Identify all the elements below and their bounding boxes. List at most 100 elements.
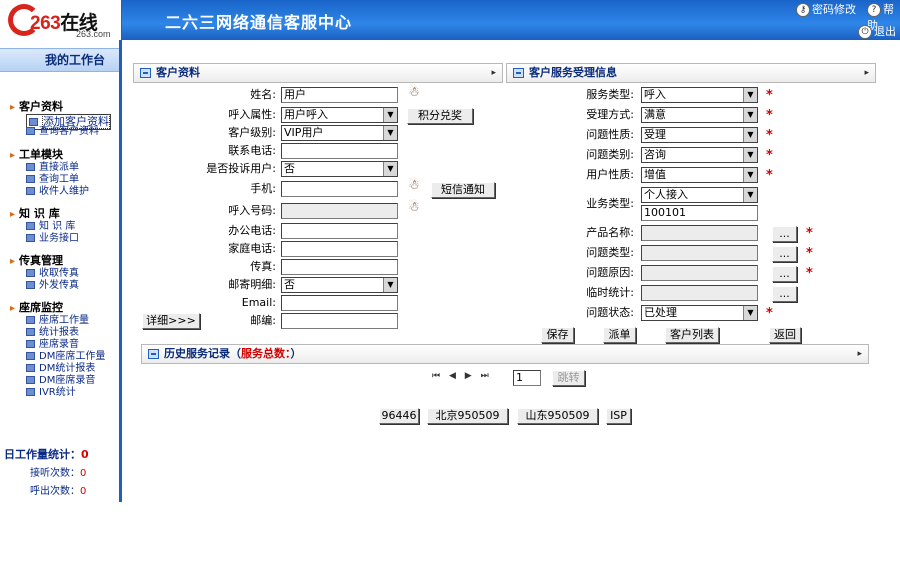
sidebar: 我的工作台 客户资料 添加客户资料 查询客户资料 工单模块 直接派单 查询工单 … (0, 40, 122, 502)
points-redeem-button[interactable]: 积分兑奖 (407, 108, 473, 124)
sidebar-item-direct-dispatch[interactable]: 直接派单 (26, 162, 79, 174)
sidebar-item-dm-workload[interactable]: DM座席工作量 (26, 351, 105, 363)
collapse-arrow-icon[interactable]: ▸ (491, 64, 496, 82)
detail-button[interactable]: 详细>>> (142, 313, 200, 329)
sidebar-item-agent-recording[interactable]: 座席录音 (26, 339, 79, 351)
problem-reason-more-button[interactable]: ... (772, 266, 797, 282)
problem-type-more-button[interactable]: ... (772, 246, 797, 262)
jump-button[interactable]: 跳转 (552, 370, 585, 386)
problem-status-select[interactable]: 已处理 ▼ (641, 305, 758, 321)
sidebar-item-stat-report[interactable]: 统计报表 (26, 327, 79, 339)
page-number-input[interactable]: 1 (513, 370, 541, 386)
prev-page-icon[interactable]: ◀ (449, 371, 459, 381)
problem-category-label: 问题类别: (586, 148, 634, 161)
sidebar-item-recipient[interactable]: 收件人维护 (26, 186, 89, 198)
sidebar-item-knowledge-base[interactable]: 知 识 库 (26, 221, 75, 233)
problem-status-label: 问题状态: (586, 306, 634, 319)
office-phone-field[interactable] (281, 223, 398, 239)
product-name-label: 产品名称: (586, 226, 634, 239)
accept-way-select[interactable]: 满意 ▼ (641, 107, 758, 123)
sidebar-item-query-customer[interactable]: 查询客户资料 (26, 126, 99, 138)
level-label: 客户级别: (228, 126, 276, 139)
mail-detail-label: 邮寄明细: (228, 278, 276, 291)
sidebar-group-workorder[interactable]: 工单模块 (10, 146, 63, 162)
user-nature-select[interactable]: 增值 ▼ (641, 167, 758, 183)
email-label: Email: (241, 296, 276, 309)
person-icon[interactable]: ☃ (408, 85, 420, 100)
chevron-down-icon: ▼ (383, 278, 397, 292)
sidebar-item-ivr-stat[interactable]: IVR统计 (26, 387, 76, 399)
chevron-down-icon: ▼ (743, 148, 757, 162)
save-button[interactable]: 保存 (541, 327, 574, 343)
collapse-arrow-icon[interactable]: ▸ (864, 64, 869, 82)
complaint-select[interactable]: 否 ▼ (281, 161, 398, 177)
product-more-button[interactable]: ... (772, 226, 797, 242)
problem-type-field[interactable] (641, 245, 758, 261)
level-select[interactable]: VIP用户 ▼ (281, 125, 398, 141)
sidebar-group-customer[interactable]: 客户资料 (10, 98, 63, 114)
required-star: * (806, 246, 813, 261)
sidebar-group-fax[interactable]: 传真管理 (10, 252, 63, 268)
page-title: 二六三网络通信客服中心 (165, 13, 353, 32)
service-type-label: 服务类型: (586, 88, 634, 101)
mobile-label: 手机: (250, 182, 276, 195)
problem-reason-field[interactable] (641, 265, 758, 281)
problem-category-select[interactable]: 咨询 ▼ (641, 147, 758, 163)
chevron-down-icon: ▼ (743, 188, 757, 202)
fax-label: 传真: (250, 260, 276, 273)
person-icon[interactable]: ☃ (408, 178, 420, 193)
email-field[interactable] (281, 295, 398, 311)
last-page-icon[interactable]: ⏭ (481, 371, 492, 381)
sidebar-group-monitor[interactable]: 座席监控 (10, 299, 63, 315)
quick-96446-button[interactable]: 96446 (379, 408, 419, 424)
exit-link[interactable]: ⏻ 退出 (858, 24, 896, 40)
quick-shandong-button[interactable]: 山东950509 (517, 408, 598, 424)
fax-field[interactable] (281, 259, 398, 275)
sidebar-item-business-api[interactable]: 业务接口 (26, 233, 79, 245)
person-icon[interactable]: ☃ (408, 200, 420, 215)
quick-beijing-button[interactable]: 北京950509 (427, 408, 508, 424)
sidebar-item-receive-fax[interactable]: 收取传真 (26, 268, 79, 280)
first-page-icon[interactable]: ⏮ (432, 371, 443, 381)
required-star: * (806, 266, 813, 281)
mobile-field[interactable] (281, 181, 398, 197)
customer-list-button[interactable]: 客户列表 (665, 327, 719, 343)
quick-isp-button[interactable]: ISP (606, 408, 631, 424)
sidebar-item-send-fax[interactable]: 外发传真 (26, 280, 79, 292)
required-star: * (766, 168, 773, 183)
zip-field[interactable] (281, 313, 398, 329)
return-button[interactable]: 返回 (769, 327, 801, 343)
sidebar-group-knowledge[interactable]: 知 识 库 (10, 205, 60, 221)
phone-field[interactable] (281, 143, 398, 159)
next-page-icon[interactable]: ▶ (465, 371, 475, 381)
customer-panel-header: 客户资料 ▸ (133, 63, 503, 83)
sms-notify-button[interactable]: 短信通知 (431, 182, 495, 198)
sidebar-item-agent-workload[interactable]: 座席工作量 (26, 315, 89, 327)
call-out-count: 呼出次数：0 (30, 486, 87, 497)
business-code-field[interactable]: 100101 (641, 205, 758, 221)
help-link[interactable]: ? 帮助 (867, 2, 900, 32)
dispatch-button[interactable]: 派单 (603, 327, 636, 343)
sidebar-item-dm-recording[interactable]: DM座席录音 (26, 375, 95, 387)
password-change-link[interactable]: ⚷ 密码修改 (796, 2, 856, 18)
temp-stat-field[interactable] (641, 285, 758, 301)
name-field[interactable]: 用户 (281, 87, 398, 103)
key-icon: ⚷ (796, 3, 810, 17)
collapse-arrow-icon[interactable]: ▸ (857, 345, 862, 363)
mail-detail-select[interactable]: 否 ▼ (281, 277, 398, 293)
sidebar-item-query-workorder[interactable]: 查询工单 (26, 174, 79, 186)
power-icon: ⏻ (858, 25, 872, 39)
call-number-field[interactable] (281, 203, 398, 219)
temp-stat-more-button[interactable]: ... (772, 286, 797, 302)
zip-label: 邮编: (250, 314, 276, 327)
brand-logo: 263在线 263.com (0, 0, 122, 40)
required-star: * (766, 128, 773, 143)
business-type-select[interactable]: 个人接入 ▼ (641, 187, 758, 203)
product-name-field[interactable] (641, 225, 758, 241)
sidebar-item-dm-report[interactable]: DM统计报表 (26, 363, 95, 375)
logo-domain: 263.com (76, 29, 111, 39)
home-phone-field[interactable] (281, 241, 398, 257)
call-attr-select[interactable]: 用户呼入 ▼ (281, 107, 398, 123)
problem-nature-select[interactable]: 受理 ▼ (641, 127, 758, 143)
service-type-select[interactable]: 呼入 ▼ (641, 87, 758, 103)
